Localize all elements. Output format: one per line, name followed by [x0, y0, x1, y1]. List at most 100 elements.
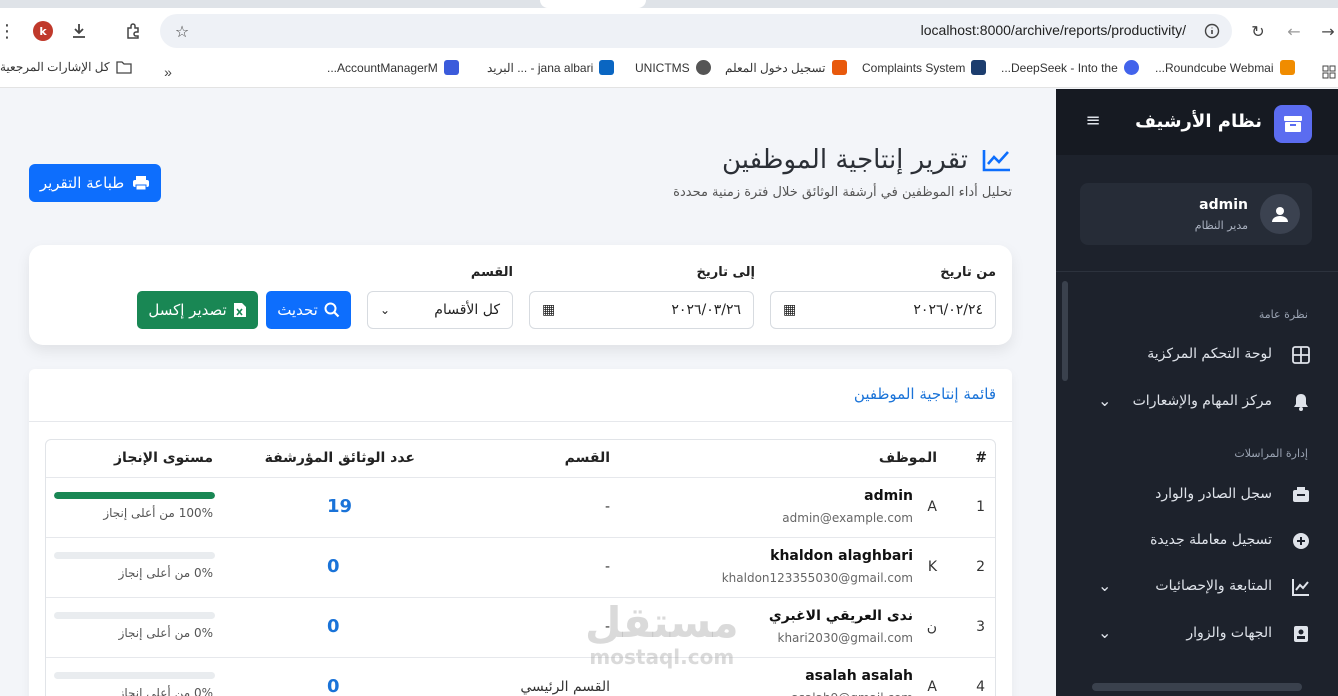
employee-avatar: ن	[926, 619, 937, 635]
list-header: قائمة إنتاجية الموظفين	[29, 369, 1012, 422]
url-text[interactable]: localhost:8000/archive/reports/productiv…	[921, 22, 1186, 38]
sidebar-item-label: مركز المهام والإشعارات	[1132, 393, 1272, 409]
sidebar-item-label: المتابعة والإحصائيات	[1155, 578, 1272, 594]
bookmark-teacher-login[interactable]: تسجيل دخول المعلم	[725, 60, 847, 75]
inbox-tray-icon	[1292, 486, 1310, 508]
bookmark-outlook[interactable]: jana albari - ... البريد	[487, 60, 615, 75]
col-department: القسم	[564, 450, 610, 466]
user-name: admin	[1199, 197, 1248, 213]
page-title-text: تقرير إنتاجية الموظفين	[721, 145, 968, 175]
achievement-bar	[54, 552, 215, 559]
active-tab[interactable]	[540, 0, 646, 8]
refresh-label: تحديث	[277, 301, 318, 319]
section-correspondence-title: إدارة المراسلات	[1234, 447, 1308, 460]
page-subtitle: تحليل أداء الموظفين في أرشفة الوثائق خلا…	[673, 185, 1012, 200]
sidebar-hscrollbar-thumb[interactable]	[1092, 683, 1302, 691]
achievement-text: 0% من أعلى إنجاز	[118, 686, 213, 696]
employee-email: admin@example.com	[782, 511, 913, 525]
menu-kebab-icon[interactable]: ⋮	[0, 20, 16, 42]
employee-name: khaldon alaghbari	[770, 548, 913, 564]
sidebar-item[interactable]: مركز المهام والإشعارات ⌄	[1056, 390, 1338, 414]
address-bar[interactable]: ☆ localhost:8000/archive/reports/product…	[160, 14, 1232, 48]
profile-avatar[interactable]: k	[33, 21, 53, 41]
browser-toolbar: ⋮ k ☆ localhost:8000/archive/reports/pro…	[0, 0, 1338, 56]
download-icon[interactable]	[68, 20, 90, 42]
apps-icon[interactable]	[1320, 62, 1338, 82]
sidebar-item-label: تسجيل معاملة جديدة	[1150, 532, 1272, 548]
chevron-more-icon[interactable]: »	[158, 62, 178, 82]
bookmark-unictms[interactable]: UNICTMS	[635, 60, 711, 75]
bookmark-all[interactable]: كل الإشارات المرجعية	[0, 60, 132, 74]
hamburger-menu-icon[interactable]: ≡	[1082, 109, 1104, 131]
chevron-down-icon[interactable]: ⌄	[1098, 576, 1111, 595]
to-date-input[interactable]: ▦ ٢٠٢٦/٠٣/٢٦	[529, 291, 754, 329]
printer-icon	[133, 176, 150, 191]
employee-department: -	[604, 499, 610, 515]
export-excel-button[interactable]: تصدير إكسل	[137, 291, 258, 329]
back-arrow-icon[interactable]: ←	[1283, 20, 1305, 42]
bookmark-roundcube[interactable]: Roundcube Webmai...	[1155, 60, 1295, 75]
site-icon	[831, 60, 847, 75]
calendar-icon[interactable]: ▦	[783, 302, 796, 318]
watermark-arabic: مستقل	[585, 598, 739, 647]
sidebar-item[interactable]: لوحة التحكم المركزية	[1056, 343, 1338, 367]
globe-icon	[695, 60, 711, 75]
whale-icon	[1123, 60, 1139, 75]
outlook-icon	[599, 60, 615, 75]
bookmark-label: كل الإشارات المرجعية	[0, 60, 110, 74]
extensions-icon[interactable]	[122, 20, 144, 42]
main-content: تقرير إنتاجية الموظفين تحليل أداء الموظف…	[0, 89, 1056, 696]
achievement-bar-fill	[54, 492, 215, 499]
achievement-bar	[54, 492, 215, 499]
col-achievement: مستوى الإنجاز	[114, 450, 213, 466]
employee-name: ندى العريقي الاغبري	[768, 608, 913, 624]
sidebar-item[interactable]: الجهات والزوار ⌄	[1056, 622, 1338, 646]
sidebar-item[interactable]: سجل الصادر والوارد	[1056, 483, 1338, 507]
achievement-bar	[54, 672, 215, 679]
bookmark-star-icon[interactable]: ☆	[172, 21, 192, 41]
col-archived-count: عدد الوثائق المؤرشفة	[264, 450, 415, 466]
refresh-button[interactable]: تحديث	[266, 291, 351, 329]
bookmark-label: UNICTMS	[635, 60, 690, 75]
watermark-latin: mostaql.com	[589, 645, 735, 669]
section-overview-title: نظرة عامة	[1258, 308, 1308, 321]
table-row: 2 Kkhaldon alaghbari khaldon123355030@gmai…	[46, 538, 995, 598]
calendar-icon[interactable]: ▦	[542, 302, 555, 318]
plus-circle-icon	[1292, 532, 1310, 554]
to-date-value: ٢٠٢٦/٠٣/٢٦	[671, 302, 741, 318]
archived-count: 19	[327, 496, 353, 517]
chevron-down-icon[interactable]: ⌄	[1098, 623, 1111, 642]
sidebar-scrollbar-thumb[interactable]	[1062, 281, 1068, 381]
forward-arrow-icon[interactable]: →	[1318, 20, 1338, 42]
sidebar-header: ≡ نظام الأرشيف	[1056, 89, 1338, 155]
row-number: 1	[976, 499, 985, 515]
reload-icon[interactable]: ↻	[1247, 20, 1269, 42]
bookmark-accountmanager[interactable]: AccountManagerM...	[327, 60, 459, 75]
bookmark-complaints[interactable]: Complaints System	[862, 60, 987, 75]
to-date-label: إلى تاريخ	[696, 265, 755, 280]
id-card-icon	[1292, 625, 1310, 647]
chart-line-icon	[982, 150, 1010, 172]
col-number: #	[975, 450, 987, 466]
filter-card: من تاريخ ▦ ٢٠٢٦/٠٢/٢٤ إلى تاريخ ▦ ٢٠٢٦/٠…	[29, 245, 1012, 345]
chevron-down-icon[interactable]: ⌄	[1098, 391, 1111, 410]
excel-file-icon	[233, 303, 246, 317]
achievement-text: 100% من أعلى إنجاز	[103, 506, 213, 520]
sidebar-item[interactable]: المتابعة والإحصائيات ⌄	[1056, 575, 1338, 599]
archive-box-icon	[1274, 105, 1312, 143]
sidebar-item[interactable]: تسجيل معاملة جديدة	[1056, 529, 1338, 553]
site-info-icon[interactable]	[1202, 21, 1222, 41]
print-report-button[interactable]: طباعة التقرير	[29, 164, 161, 202]
shield-icon	[971, 60, 987, 75]
search-icon	[324, 302, 340, 318]
user-card[interactable]: admin مدير النظام	[1080, 183, 1312, 245]
department-select[interactable]: ⌄ كل الأقسام	[367, 291, 513, 329]
bookmark-label: Complaints System	[862, 60, 966, 75]
table-body: 1 Aadmin admin@example.com - 19 100% من أعلى …	[46, 478, 995, 696]
user-role: مدير النظام	[1194, 219, 1248, 232]
bookmark-deepseek[interactable]: DeepSeek - Into the...	[1001, 60, 1139, 75]
table-row: 4 Aasalah asalah asalah9@gmail.com القسم ال…	[46, 658, 995, 696]
productivity-table: # الموظف القسم عدد الوثائق المؤرشفة مستو…	[45, 439, 996, 696]
print-report-label: طباعة التقرير	[39, 174, 125, 192]
from-date-input[interactable]: ▦ ٢٠٢٦/٠٢/٢٤	[770, 291, 996, 329]
